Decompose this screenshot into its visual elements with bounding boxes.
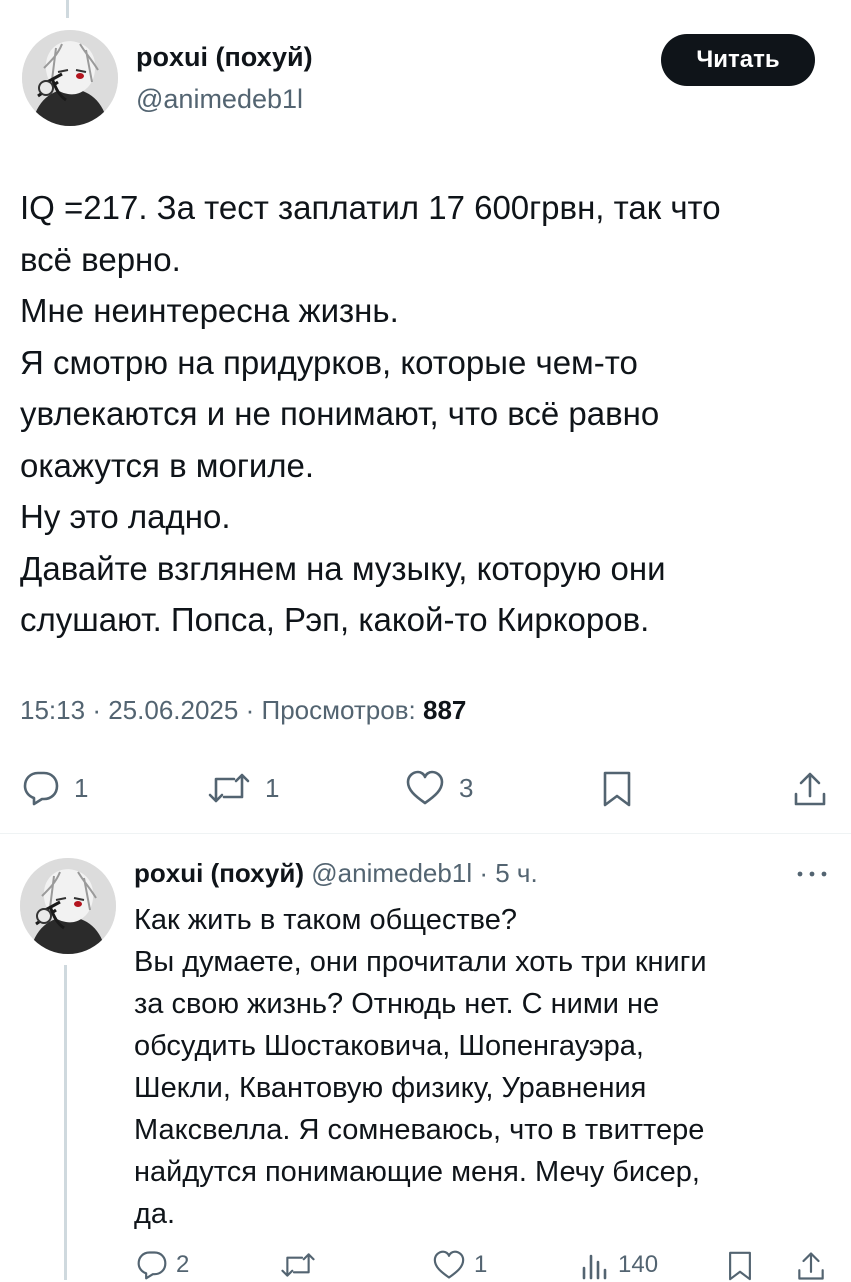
tweet-text-line: IQ =217. За тест заплатил 17 600грвн, та… (20, 189, 721, 226)
tweet-text-line: окажутся в могиле. (20, 446, 315, 484)
reply-button[interactable]: 1 (22, 770, 88, 806)
reply-bookmark-button[interactable] (726, 1250, 754, 1282)
reply-text-line: Как жить в таком обществе? (134, 904, 518, 936)
reply-share-button[interactable] (796, 1250, 826, 1282)
share-icon (798, 1252, 824, 1280)
share-icon (794, 772, 826, 806)
reply-count: 1 (74, 772, 89, 803)
tweet-meta: 15:13 · 25.06.2025 · Просмотров: 887 (20, 695, 466, 726)
reply-text-line: да. (134, 1198, 176, 1230)
author-handle[interactable]: @animedeb1l (136, 84, 303, 115)
like-icon (433, 1250, 465, 1279)
meta-separator: · (245, 695, 255, 725)
tweet-text-line: слушают. Попса, Рэп, какой-то Киркоров. (20, 601, 650, 638)
bookmark-button[interactable] (600, 770, 634, 808)
thread-connector-top (66, 0, 69, 18)
reply-header: poxui (похуй) @animedeb1l · 5 ч. (134, 858, 538, 889)
follow-button[interactable]: Читать (661, 34, 815, 86)
reply-retweet-button[interactable] (280, 1250, 316, 1280)
divider (0, 833, 851, 834)
share-button[interactable] (792, 770, 828, 808)
like-count: 3 (459, 772, 474, 803)
reply-author-avatar[interactable] (20, 858, 116, 954)
reply-icon (23, 771, 59, 806)
tweet-text-line: увлекаются и не понимают, что всё равно (20, 395, 660, 432)
reply-text-line: найдутся понимающие меня. Мечу бисер, (134, 1156, 700, 1188)
reply-text-line: Вы думаете, они прочитали хоть три книги (134, 946, 707, 978)
reply-icon (137, 1251, 167, 1280)
tweet-text-line: Мне неинтересна жизнь. (20, 292, 399, 329)
retweet-icon (208, 773, 250, 803)
meta-separator: · (92, 695, 101, 725)
reply-reply-count: 2 (176, 1251, 190, 1278)
reply-text-line: Максвелла. Я сомневаюсь, что в твиттере (134, 1114, 705, 1146)
reply-text: Как жить в таком обществе? Вы думаете, о… (134, 899, 834, 1235)
reply-reply-button[interactable]: 2 (136, 1250, 189, 1280)
retweet-icon (281, 1253, 315, 1277)
author-name[interactable]: poxui (похуй) (136, 42, 313, 73)
reply-text-line: Шекли, Квантовую физику, Уравнения (134, 1072, 647, 1104)
tweet-text-line: Ну это ладно. (20, 498, 231, 535)
reply-author-name[interactable]: poxui (похуй) (134, 858, 304, 888)
tweet-text: IQ =217. За тест заплатил 17 600грвн, та… (20, 182, 820, 646)
reply-separator: · (479, 858, 488, 888)
reply-time[interactable]: 5 ч. (495, 858, 537, 888)
tweet-text-line: Я смотрю на придурков, которые чем-то (20, 343, 638, 381)
views-label: Просмотров: (261, 695, 416, 725)
thread-connector (64, 965, 67, 1280)
reply-like-count: 1 (474, 1251, 488, 1278)
more-icon (797, 871, 827, 877)
reply-views-count: 140 (618, 1251, 659, 1278)
tweet-text-line: всё верно. (20, 240, 181, 278)
like-button[interactable]: 3 (405, 770, 473, 806)
reply-text-line: обсудить Шостаковича, Шопенгауэра, (134, 1030, 644, 1062)
bookmark-icon (729, 1251, 751, 1281)
reply-author-handle[interactable]: @animedeb1l (311, 858, 472, 888)
reply-like-button[interactable]: 1 (432, 1250, 487, 1280)
reply-text-line: за свою жизнь? Отнюдь нет. С ними не (134, 988, 660, 1020)
tweet-time[interactable]: 15:13 (20, 695, 85, 725)
tweet-date[interactable]: 25.06.2025 (108, 695, 238, 725)
views-icon (582, 1254, 607, 1280)
bookmark-icon (603, 771, 631, 807)
retweet-button[interactable]: 1 (207, 770, 279, 806)
tweet-text-line: Давайте взглянем на музыку, которую они (20, 549, 666, 587)
views-count[interactable]: 887 (423, 695, 466, 725)
author-avatar[interactable] (22, 30, 118, 126)
like-icon (406, 770, 444, 805)
more-button[interactable] (795, 866, 829, 884)
reply-views-button[interactable]: 140 (580, 1250, 658, 1280)
retweet-count: 1 (265, 772, 280, 803)
